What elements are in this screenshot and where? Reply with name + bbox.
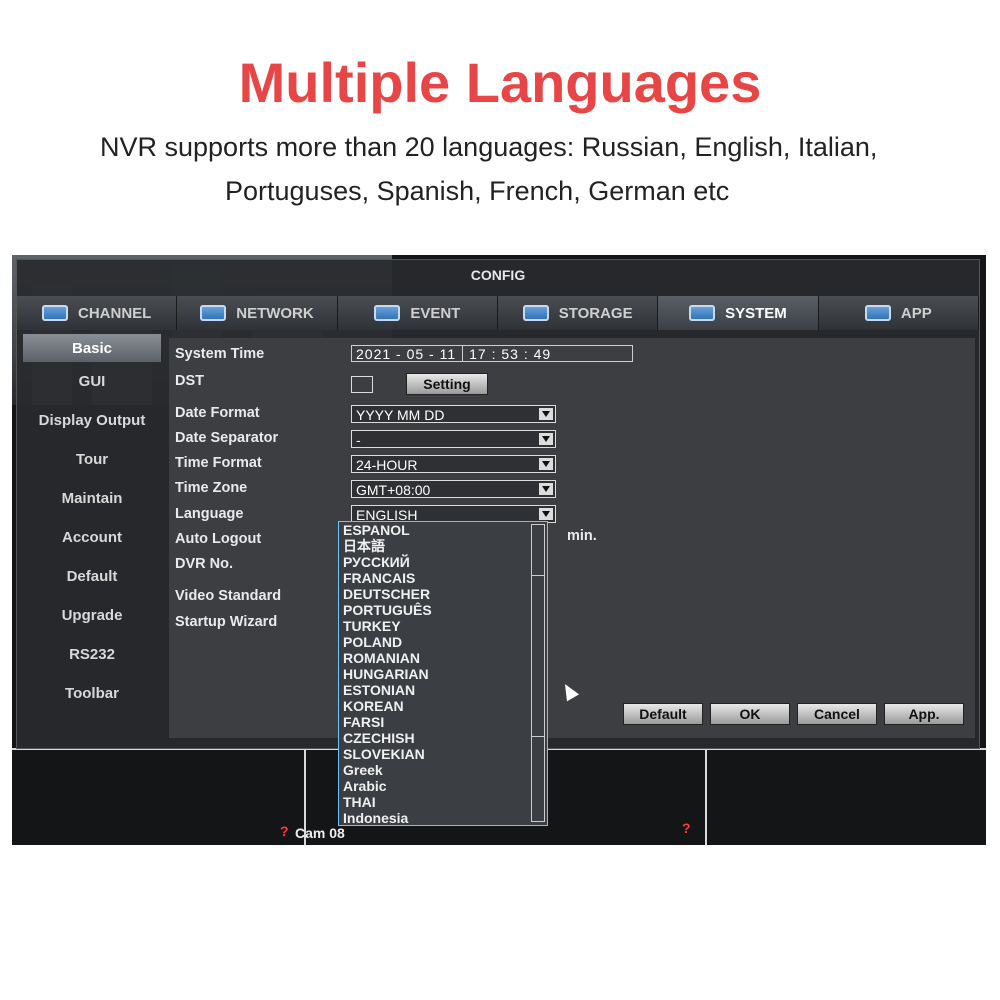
sidebar-item-gui[interactable]: GUI xyxy=(17,362,167,401)
language-option[interactable]: FARSI xyxy=(339,714,547,730)
language-option[interactable]: 日本語 xyxy=(339,538,547,554)
language-option[interactable]: DEUTSCHER xyxy=(339,586,547,602)
language-label: Language xyxy=(175,506,244,522)
sidebar-item-tour[interactable]: Tour xyxy=(17,440,167,479)
time-format-label: Time Format xyxy=(175,455,262,471)
date-separator-select[interactable]: - xyxy=(351,430,556,448)
select-value: 24-HOUR xyxy=(356,457,418,473)
language-option[interactable]: POLAND xyxy=(339,634,547,650)
chevron-down-icon xyxy=(539,508,553,520)
time-value: 17 : 53 : 49 xyxy=(469,346,552,362)
select-value: GMT+08:00 xyxy=(356,482,431,498)
sidebar-item-basic[interactable]: Basic xyxy=(23,334,161,362)
language-option[interactable]: THAI xyxy=(339,794,547,810)
language-option[interactable]: FRANCAIS xyxy=(339,570,547,586)
date-format-select[interactable]: YYYY MM DD xyxy=(351,405,556,423)
time-zone-select[interactable]: GMT+08:00 xyxy=(351,480,556,498)
language-option[interactable]: HUNGARIAN xyxy=(339,666,547,682)
app-icon xyxy=(864,305,891,321)
language-option[interactable]: ESPANOL xyxy=(339,522,547,538)
tab-bar: CHANNEL NETWORK EVENT STORAGE SYSTEM APP xyxy=(17,296,979,330)
language-option[interactable]: ROMANIAN xyxy=(339,650,547,666)
select-value: - xyxy=(356,432,361,448)
language-option[interactable]: TURKEY xyxy=(339,618,547,634)
tab-label: SYSTEM xyxy=(725,304,787,322)
dst-checkbox[interactable] xyxy=(351,376,373,393)
default-button[interactable]: Default xyxy=(623,703,703,725)
tab-label: STORAGE xyxy=(558,304,633,322)
tab-network[interactable]: NETWORK xyxy=(177,296,338,330)
chevron-down-icon xyxy=(539,433,553,445)
camera-icon xyxy=(41,305,68,321)
language-option[interactable]: Indonesia xyxy=(339,810,547,825)
language-option[interactable]: ESTONIAN xyxy=(339,682,547,698)
language-dropdown-list[interactable]: ESPANOL 日本語 РУССКИЙ FRANCAIS DEUTSCHER PORTUG… xyxy=(338,521,548,826)
system-time-input[interactable]: 2021 - 05 - 11 17 : 53 : 49 xyxy=(351,345,633,362)
subtitle-line-2: Portuguses, Spanish, French, German etc xyxy=(225,176,730,206)
headline: Multiple Languages xyxy=(238,51,762,114)
help-icon: ? xyxy=(682,820,691,836)
dropdown-scrollbar[interactable] xyxy=(531,524,545,822)
tab-system[interactable]: SYSTEM xyxy=(658,296,819,330)
system-icon xyxy=(689,305,716,321)
basic-settings-panel: System Time 2021 - 05 - 11 17 : 53 : 49 D… xyxy=(169,338,975,738)
apply-button[interactable]: App. xyxy=(884,703,964,725)
dvr-no-label: DVR No. xyxy=(175,556,233,572)
event-icon xyxy=(374,305,401,321)
tab-channel[interactable]: CHANNEL xyxy=(17,296,178,330)
network-icon xyxy=(200,305,227,321)
auto-logout-label: Auto Logout xyxy=(175,531,262,547)
sidebar-item-maintain[interactable]: Maintain xyxy=(17,479,167,518)
sidebar-item-rs232[interactable]: RS232 xyxy=(17,635,167,674)
select-value: YYYY MM DD xyxy=(356,407,445,423)
sidebar-item-toolbar[interactable]: Toolbar xyxy=(17,674,167,713)
date-format-label: Date Format xyxy=(175,405,260,421)
scrollbar-thumb[interactable] xyxy=(532,575,544,737)
tab-label: APP xyxy=(900,304,932,322)
chevron-down-icon xyxy=(539,408,553,420)
language-option[interactable]: PORTUGUÊS xyxy=(339,602,547,618)
dst-label: DST xyxy=(175,373,204,389)
sidebar-item-upgrade[interactable]: Upgrade xyxy=(17,596,167,635)
tab-label: NETWORK xyxy=(236,304,314,322)
chevron-down-icon xyxy=(539,458,553,470)
dst-setting-button[interactable]: Setting xyxy=(406,373,488,395)
language-option[interactable]: Greek xyxy=(339,762,547,778)
sidebar: Basic GUI Display Output Tour Maintain A… xyxy=(17,334,167,744)
language-option[interactable]: CZECHISH xyxy=(339,730,547,746)
ok-button[interactable]: OK xyxy=(710,703,790,725)
storage-icon xyxy=(522,305,549,321)
subtitle-line-1: NVR supports more than 20 languages: Rus… xyxy=(100,132,878,162)
chevron-down-icon xyxy=(539,483,553,495)
tab-event[interactable]: EVENT xyxy=(337,296,498,330)
tab-label: EVENT xyxy=(410,304,461,322)
auto-logout-unit: min. xyxy=(567,528,597,544)
tab-label: CHANNEL xyxy=(77,304,152,322)
dialog-title: CONFIG xyxy=(470,267,526,283)
tab-storage[interactable]: STORAGE xyxy=(497,296,659,330)
date-value: 2021 - 05 - 11 xyxy=(356,346,457,362)
tab-app[interactable]: APP xyxy=(818,296,979,330)
language-option[interactable]: KOREAN xyxy=(339,698,547,714)
language-option[interactable]: Arabic xyxy=(339,778,547,794)
time-format-select[interactable]: 24-HOUR xyxy=(351,455,556,473)
tile-divider xyxy=(705,748,707,845)
startup-wizard-label: Startup Wizard xyxy=(175,614,278,630)
system-time-label: System Time xyxy=(175,346,265,362)
language-option[interactable]: РУССКИЙ xyxy=(339,554,547,570)
sidebar-item-display-output[interactable]: Display Output xyxy=(17,401,167,440)
cancel-button[interactable]: Cancel xyxy=(797,703,877,725)
sidebar-item-account[interactable]: Account xyxy=(17,518,167,557)
time-zone-label: Time Zone xyxy=(175,480,248,496)
language-option[interactable]: SLOVEKIAN xyxy=(339,746,547,762)
camera-label: Cam 08 xyxy=(295,825,345,841)
video-standard-label: Video Standard xyxy=(175,588,282,604)
help-icon: ? xyxy=(280,823,289,839)
date-separator-label: Date Separator xyxy=(175,430,279,446)
sidebar-item-default[interactable]: Default xyxy=(17,557,167,596)
